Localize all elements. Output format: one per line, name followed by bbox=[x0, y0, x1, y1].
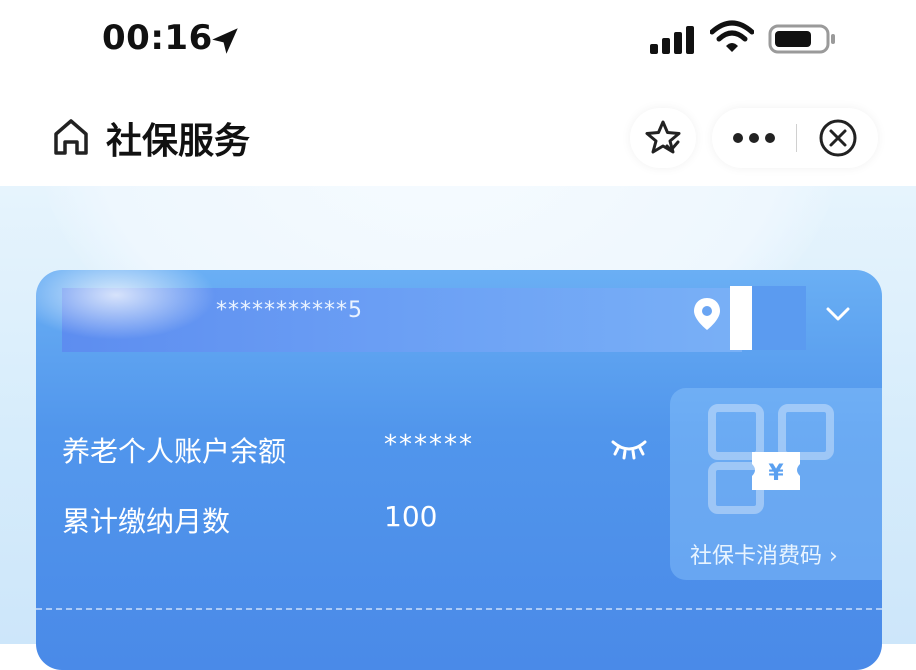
contribution-months-value: 100 bbox=[384, 500, 438, 533]
location-pin-icon bbox=[694, 298, 720, 330]
status-bar: 00:16 bbox=[0, 0, 916, 80]
wifi-icon bbox=[710, 20, 754, 52]
more-icon bbox=[733, 133, 775, 143]
card-divider bbox=[36, 608, 882, 610]
more-button[interactable] bbox=[712, 108, 796, 168]
card-number: ***********5 bbox=[216, 298, 363, 323]
close-icon bbox=[819, 119, 857, 157]
qr-code-icon: ¥ bbox=[708, 404, 834, 514]
battery-icon bbox=[768, 24, 835, 54]
social-security-card: ***********5 养老个人账户余额 ****** 累计缴纳月数 100 … bbox=[36, 270, 882, 670]
favorite-button[interactable] bbox=[630, 108, 696, 168]
status-time: 00:16 bbox=[102, 18, 213, 58]
page-title: 社保服务 bbox=[106, 121, 251, 162]
nav-bar: 社保服务 bbox=[0, 96, 916, 184]
consume-code-button[interactable]: ¥ 社保卡消费码 › bbox=[670, 388, 882, 580]
chevron-down-icon[interactable] bbox=[824, 300, 852, 328]
close-button[interactable] bbox=[798, 108, 878, 168]
favorite-star-icon bbox=[645, 120, 681, 154]
contribution-months-label: 累计缴纳月数 bbox=[62, 505, 231, 538]
yuan-ticket-icon: ¥ bbox=[752, 452, 800, 490]
pension-balance-label: 养老个人账户余额 bbox=[62, 435, 287, 468]
mini-program-capsule bbox=[712, 108, 878, 168]
consume-code-label: 社保卡消费码 › bbox=[690, 544, 838, 569]
capsule-divider bbox=[796, 124, 797, 152]
location-arrow-icon bbox=[212, 28, 238, 54]
signal-icon bbox=[650, 26, 694, 54]
svg-text:¥: ¥ bbox=[768, 461, 784, 486]
redacted-box-overlay bbox=[752, 286, 806, 350]
pension-balance-value: ****** bbox=[384, 430, 474, 460]
home-icon[interactable] bbox=[50, 116, 92, 158]
eye-closed-icon[interactable] bbox=[610, 434, 648, 462]
